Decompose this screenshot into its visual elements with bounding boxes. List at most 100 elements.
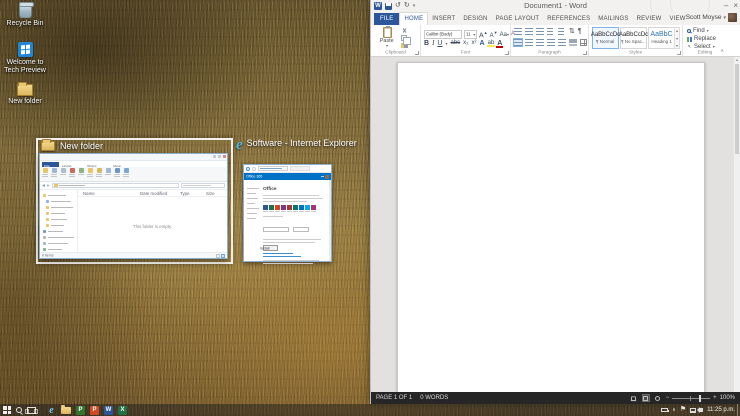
zoom-level[interactable]: 100% [720,395,735,401]
paste-button[interactable]: Paste ▾ [376,27,398,48]
zoom-control[interactable]: − + 100% [666,395,735,401]
show-paragraph-marks-icon[interactable]: ¶ [578,28,582,35]
superscript-icon[interactable]: x² [472,40,477,46]
scrollbar-thumb[interactable] [735,64,739,154]
explorer-nav-pane[interactable] [40,190,78,252]
dialog-launcher-icon[interactable] [505,51,509,55]
column-name[interactable]: Name [83,192,95,196]
back-icon[interactable] [246,167,250,171]
highlight-color-icon[interactable]: ab [488,40,495,46]
tab-references[interactable]: REFERENCES [543,13,594,25]
tab-file[interactable]: FILE [374,13,399,25]
replace-button[interactable]: Replace [687,36,716,42]
ie-address-bar[interactable] [244,165,331,173]
version-dropdown[interactable] [293,227,309,232]
align-right-icon[interactable] [536,39,544,46]
zoom-out-icon[interactable]: − [666,395,670,401]
explorer-address-bar[interactable]: ◂ ▸ [40,182,227,190]
chevron-down-icon[interactable]: ▾ [445,41,447,46]
strikethrough-icon[interactable]: abc [450,40,460,46]
taskbar-search-button[interactable] [16,404,22,416]
find-button[interactable]: Find ▾ [687,28,716,34]
vertical-scrollbar[interactable]: ▴ [733,57,740,392]
zoom-slider[interactable] [672,398,710,399]
account-area[interactable] [321,175,329,179]
bold-icon[interactable]: B [424,40,429,47]
word-count[interactable]: 0 WORDS [420,395,448,401]
forward-icon[interactable]: ▸ [47,183,50,189]
font-color-icon[interactable]: A [497,40,502,47]
desktop-icon-welcome[interactable]: Welcome to Tech Preview [0,42,50,75]
install-button[interactable]: Install [263,245,278,251]
desktop-icon-new-folder[interactable]: New folder [0,84,50,106]
tab-insert[interactable]: INSERT [428,13,459,25]
text-effects-icon[interactable]: A [480,40,485,47]
taskbar-word[interactable]: W [104,404,113,416]
borders-icon[interactable] [580,39,587,46]
decrease-indent-icon[interactable] [547,28,555,35]
print-layout-icon[interactable] [642,394,650,402]
scroll-up-icon[interactable]: ▴ [676,28,678,33]
desktop-icon-recycle-bin[interactable]: Recycle Bin [0,3,50,28]
url-box[interactable] [258,166,288,171]
font-size-combo[interactable]: 11 ▾ [464,30,477,39]
tab-review[interactable]: REVIEW [633,13,666,25]
taskbar-project[interactable]: P [76,404,85,416]
taskbar-file-explorer[interactable] [61,404,71,416]
document-page[interactable] [397,62,705,392]
explorer-search-box[interactable] [181,183,225,188]
style-normal[interactable]: AaBbCcDc ¶ Normal [592,27,619,49]
close-button[interactable]: × [733,0,738,11]
snap-thumbnail-explorer[interactable]: New folder New folder File Home Share Vi… [36,138,233,264]
numbering-icon[interactable] [525,28,533,35]
snap-thumbnail-ie[interactable]: e Software - Internet Explorer Office 36… [236,138,336,264]
underline-icon[interactable]: U [437,40,442,47]
network-icon[interactable] [690,408,696,413]
read-mode-icon[interactable] [630,394,638,402]
document-area[interactable] [371,57,733,392]
task-view-button[interactable] [27,404,36,416]
dialog-launcher-icon[interactable] [677,51,681,55]
multilevel-list-icon[interactable] [536,28,544,35]
page-left-nav[interactable] [247,188,260,223]
copy-icon[interactable] [401,35,407,41]
page-indicator[interactable]: PAGE 1 OF 1 [376,395,412,401]
taskbar-powerpoint[interactable]: P [90,404,99,416]
style-heading1[interactable]: AaBbC Heading 1 [648,27,675,49]
tray-expand-icon[interactable]: ∧ [672,408,676,413]
back-icon[interactable]: ◂ [42,183,45,189]
style-no-spacing[interactable]: AaBbCcDc ¶ No Spac... [620,27,647,49]
browser-tab[interactable] [290,166,310,171]
minimize-button[interactable]: – [724,0,728,11]
taskbar-excel[interactable]: X [118,404,127,416]
cut-icon[interactable] [401,28,408,33]
gallery-more-icon[interactable]: ▾ [676,43,678,48]
zoom-in-icon[interactable]: + [713,395,717,401]
increase-indent-icon[interactable] [558,28,566,35]
language-dropdown[interactable] [263,227,289,232]
explorer-preview-window[interactable]: New folder File Home Share View [39,153,228,259]
scroll-down-icon[interactable]: ▾ [676,36,678,41]
italic-icon[interactable]: I [432,39,434,47]
sort-icon[interactable]: ⇅ [569,28,575,35]
ie-scrollbar[interactable] [329,180,331,261]
subscript-icon[interactable]: x₂ [463,40,468,46]
battery-icon[interactable] [661,408,668,412]
tab-page-layout[interactable]: PAGE LAYOUT [492,13,544,25]
account-menu[interactable]: Scott Moyse ▾ [686,13,737,22]
select-button[interactable]: Select ▾ [687,44,716,50]
taskbar-internet-explorer[interactable]: e [47,404,56,416]
scroll-up-icon[interactable]: ▴ [734,57,740,63]
font-name-combo[interactable]: Calibri (Body) ▾ [424,30,462,39]
forward-icon[interactable] [252,167,256,171]
zoom-slider-thumb[interactable] [699,395,701,402]
dialog-launcher-icon[interactable] [415,51,419,55]
column-size[interactable]: Size [206,192,215,196]
tab-design[interactable]: DESIGN [459,13,491,25]
styles-gallery-scroll[interactable]: ▴ ▾ ▾ [674,27,680,49]
avatar[interactable] [728,13,737,22]
change-case-icon[interactable]: Aa▾ [500,30,509,40]
ie-preview-window[interactable]: Office 365 Office [243,164,332,262]
volume-icon[interactable] [700,408,703,412]
dialog-launcher-icon[interactable] [583,51,587,55]
